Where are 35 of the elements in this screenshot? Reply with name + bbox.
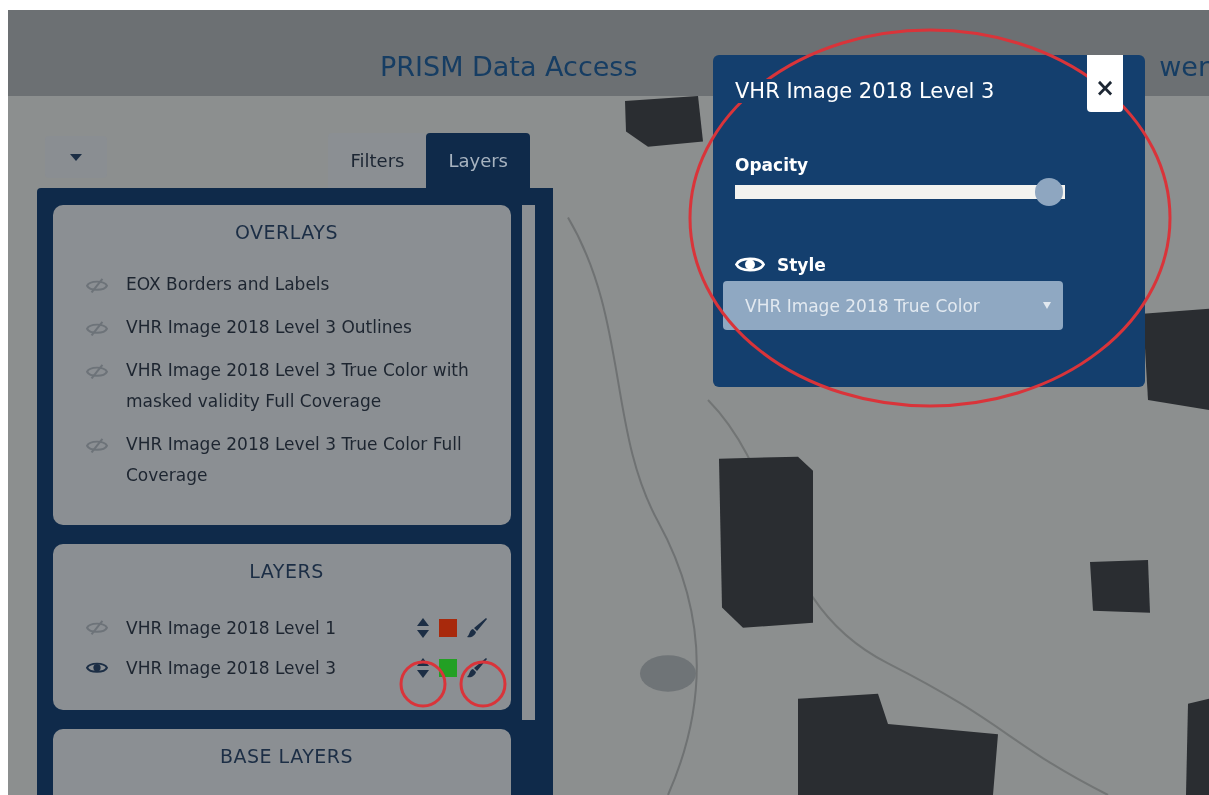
layer-name: VHR Image 2018 Level 3	[126, 658, 338, 678]
overlay-name: VHR Image 2018 Level 3 True Color Full Coverage	[126, 433, 463, 487]
overlay-name: VHR Image 2018 Level 3 True Color with masked validity Full Coverage	[126, 359, 470, 413]
scrollbar[interactable]	[522, 205, 535, 720]
tab[interactable]: Filters	[328, 133, 427, 188]
sort-icon[interactable]	[417, 618, 429, 638]
section-title: BASE LAYERS	[218, 745, 355, 767]
tab[interactable]: Layers	[426, 133, 530, 188]
brush-icon[interactable]	[467, 658, 487, 678]
eye-slash-icon[interactable]	[86, 278, 108, 294]
page-title: PRISM Data Access	[380, 51, 638, 82]
layer-name: VHR Image 2018 Level 1	[126, 618, 338, 638]
overlay-name: VHR Image 2018 Level 3 Outlines	[126, 316, 412, 339]
popup-title: VHR Image 2018 Level 3	[735, 79, 995, 103]
overlay-name: EOX Borders and Labels	[126, 273, 330, 296]
eye-slash-icon[interactable]	[86, 321, 108, 337]
opacity-label: Opacity	[735, 155, 810, 175]
color-swatch[interactable]	[439, 619, 457, 637]
close-button[interactable]: ×	[1087, 55, 1123, 112]
section-title: LAYERS	[248, 560, 325, 582]
slider-thumb[interactable]	[1034, 178, 1063, 206]
eye-slash-icon[interactable]	[86, 438, 108, 454]
eye-slash-icon[interactable]	[86, 620, 108, 636]
annotation-circle	[399, 660, 447, 708]
eye-icon[interactable]	[86, 660, 108, 676]
sort-icon[interactable]	[417, 658, 429, 678]
color-swatch[interactable]	[439, 659, 457, 677]
brush-icon[interactable]	[467, 618, 487, 638]
caret-icon	[1043, 302, 1051, 309]
page-title-fragment: wer	[1159, 51, 1209, 82]
caret-icon	[70, 153, 82, 161]
style-label: Style	[777, 254, 826, 275]
eye-slash-icon[interactable]	[86, 364, 108, 380]
section-title: OVERLAYS	[233, 221, 339, 243]
annotation-circle	[459, 660, 507, 708]
